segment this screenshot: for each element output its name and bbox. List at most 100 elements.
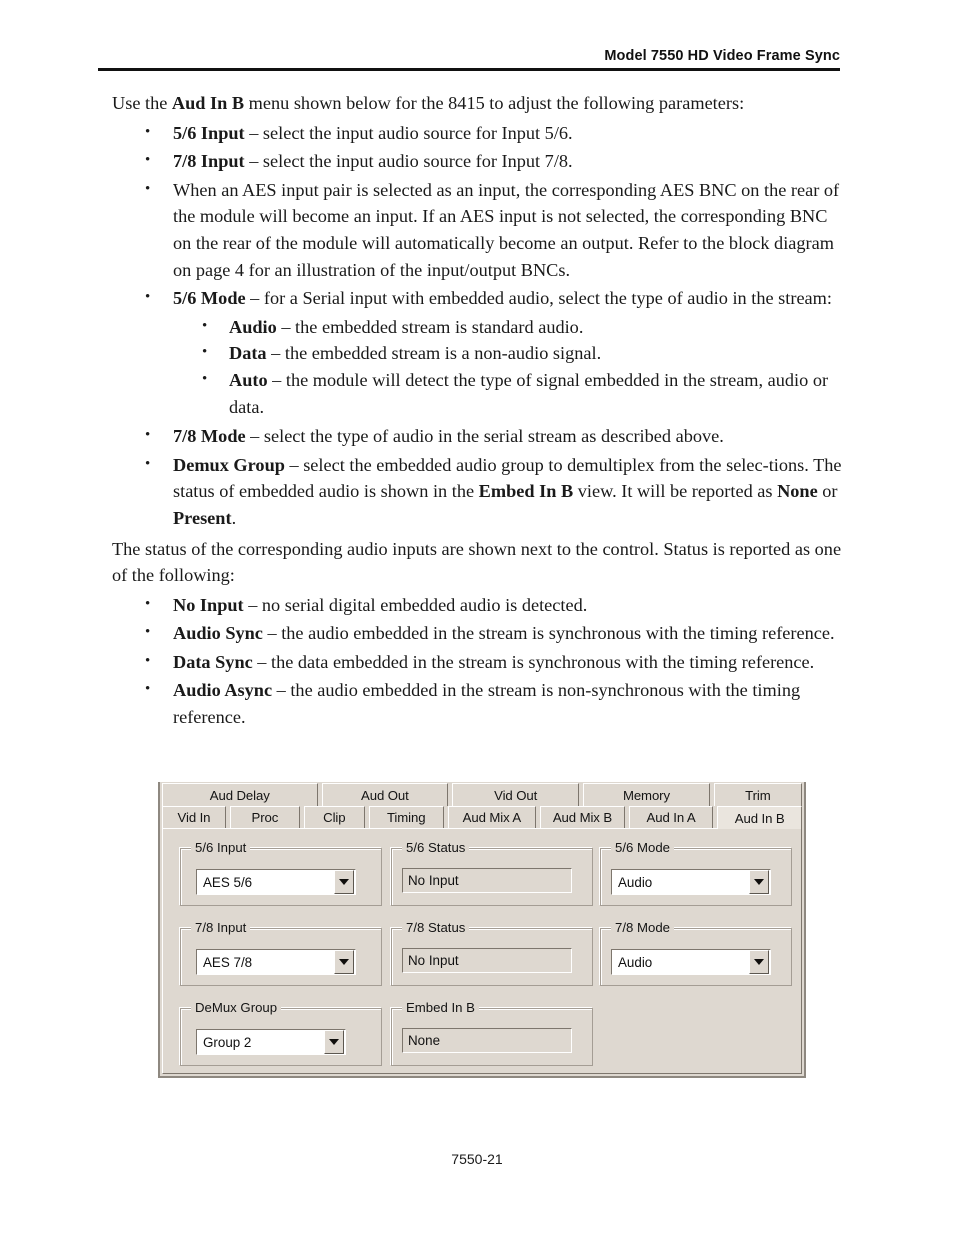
tab-aud-in-a[interactable]: Aud In A	[628, 806, 714, 829]
tab-label: Timing	[386, 810, 426, 825]
status-text: – the audio embedded in the stream is sy…	[262, 623, 835, 644]
combobox-dropdown-button[interactable]	[334, 950, 354, 974]
dialog-right-border	[804, 782, 806, 1078]
tab-proc[interactable]: Proc	[229, 806, 300, 829]
chevron-down-icon	[329, 1039, 339, 1045]
tab-label: Aud In B	[734, 810, 785, 826]
tab-vid-out[interactable]: Vid Out	[452, 783, 580, 806]
dialog-bottom-border	[158, 1076, 806, 1078]
combobox-dropdown-button[interactable]	[749, 950, 769, 974]
tab-label: Vid Out	[494, 787, 538, 803]
sub-bullet-text: – the embedded stream is standard audio.	[276, 316, 584, 337]
tab-vid-in[interactable]: Vid In	[162, 806, 226, 829]
group-5-6-status: 5/6 Status No Input	[391, 841, 593, 906]
group-5-6-mode: 5/6 Mode Audio	[600, 841, 792, 906]
tab-aud-in-b[interactable]: Aud In B	[717, 806, 802, 829]
tab-memory[interactable]: Memory	[583, 783, 710, 806]
tab-row-upper: Aud Delay Aud Out Vid Out Memory Trim	[162, 783, 802, 806]
tab-aud-mix-a[interactable]: Aud Mix A	[447, 806, 537, 829]
combobox-5-6-mode[interactable]: Audio	[611, 869, 771, 895]
combobox-dropdown-button[interactable]	[749, 870, 769, 894]
group-label: 7/8 Mode	[611, 921, 674, 935]
combobox-value: Audio	[618, 874, 653, 890]
bullet-term: 5/6 Input	[173, 122, 245, 143]
dialog-left-border	[158, 782, 160, 1078]
intro-paragraph: Use the Aud In B menu shown below for th…	[112, 90, 842, 117]
list-item: Audio Async – the audio embedded in the …	[112, 676, 842, 730]
tab-label: Memory	[622, 787, 670, 803]
combobox-7-8-input[interactable]: AES 7/8	[196, 949, 356, 975]
tab-label: Trim	[745, 787, 771, 803]
tab-label: Clip	[323, 810, 346, 825]
tab-row-lower: Vid In Proc Clip Timing Aud Mix A Aud Mi…	[162, 806, 802, 829]
status-field-5-6: No Input	[402, 868, 572, 893]
embed-value: None	[408, 1033, 441, 1048]
chevron-down-icon	[754, 959, 764, 965]
list-item: 5/6 Input – select the input audio sourc…	[112, 119, 842, 147]
combobox-demux-group[interactable]: Group 2	[196, 1029, 346, 1055]
tab-label: Aud Mix A	[462, 810, 522, 825]
list-item-demux: Demux Group – select the embedded audio …	[112, 451, 842, 532]
status-bullet-list: No Input – no serial digital embedded au…	[112, 591, 842, 731]
tab-aud-mix-b[interactable]: Aud Mix B	[540, 806, 625, 829]
list-item: 5/6 Mode – for a Serial input with embed…	[112, 284, 842, 312]
chevron-down-icon	[339, 879, 349, 885]
tab-clip[interactable]: Clip	[303, 806, 365, 829]
tab-label: Aud Out	[361, 787, 409, 803]
status-field-7-8: No Input	[402, 948, 572, 973]
sub-bullet-text: – the module will detect the type of sig…	[229, 369, 829, 417]
demux-bold-embed: Embed In B	[478, 481, 574, 502]
aes-note-paragraph: When an AES input pair is selected as an…	[112, 176, 842, 283]
group-embed-in-b: Embed In B None	[391, 1001, 593, 1066]
demux-bold-present: Present	[173, 507, 232, 528]
document-body: Use the Aud In B menu shown below for th…	[112, 90, 842, 733]
group-demux-group: DeMux Group Group 2	[180, 1001, 382, 1066]
group-5-6-input: 5/6 Input AES 5/6	[180, 841, 382, 906]
status-value: No Input	[408, 953, 459, 968]
page-footer: 7550-21	[0, 1151, 954, 1167]
group-label: Embed In B	[402, 1001, 479, 1015]
combobox-7-8-mode[interactable]: Audio	[611, 949, 771, 975]
aud-in-b-dialog: Aud Delay Aud Out Vid Out Memory Trim Vi…	[158, 782, 806, 1078]
group-label: 7/8 Input	[191, 921, 251, 935]
bullet-term: 7/8 Mode	[173, 426, 246, 447]
group-7-8-status: 7/8 Status No Input	[391, 921, 593, 986]
tab-aud-out[interactable]: Aud Out	[321, 783, 449, 806]
sub-bullet-text: – the embedded stream is a non-audio sig…	[266, 343, 602, 364]
intro-post: menu shown below for the 8415 to adjust …	[244, 93, 745, 113]
list-item: No Input – no serial digital embedded au…	[112, 591, 842, 619]
header-rule	[98, 68, 840, 71]
combobox-5-6-input[interactable]: AES 5/6	[196, 869, 356, 895]
status-intro-paragraph: The status of the corresponding audio in…	[112, 538, 842, 586]
group-label: 5/6 Status	[402, 841, 470, 855]
bullet-term: Demux Group	[173, 454, 285, 475]
tab-aud-delay[interactable]: Aud Delay	[162, 783, 318, 806]
combobox-value: AES 5/6	[203, 874, 253, 890]
status-term: Audio Sync	[173, 623, 263, 644]
intro-bold-term: Aud In B	[171, 93, 245, 113]
group-label: 5/6 Mode	[611, 841, 674, 855]
secondary-bullet-list: 7/8 Mode – select the type of audio in t…	[112, 422, 842, 532]
list-item: Audio – the embedded stream is standard …	[173, 313, 842, 341]
status-term: Data Sync	[173, 651, 253, 672]
status-term: Audio Async	[173, 680, 273, 701]
page-title: Model 7550 HD Video Frame Sync	[604, 48, 840, 64]
group-label: DeMux Group	[191, 1001, 282, 1015]
tab-label: Aud Mix B	[552, 810, 613, 825]
combobox-dropdown-button[interactable]	[324, 1030, 344, 1054]
intro-pre: Use the	[112, 93, 172, 113]
tab-label: Aud In A	[646, 810, 696, 825]
status-text: – no serial digital embedded audio is de…	[243, 594, 588, 615]
tab-trim[interactable]: Trim	[713, 783, 802, 806]
bullet-text: – select the type of audio in the serial…	[245, 426, 724, 447]
combobox-dropdown-button[interactable]	[334, 870, 354, 894]
combobox-value: Audio	[618, 954, 653, 970]
combobox-value: AES 7/8	[203, 954, 253, 970]
demux-part3: or	[817, 481, 838, 502]
tab-timing[interactable]: Timing	[368, 806, 444, 829]
chevron-down-icon	[339, 959, 349, 965]
group-7-8-mode: 7/8 Mode Audio	[600, 921, 792, 986]
mode-sub-list-wrapper: Audio – the embedded stream is standard …	[112, 313, 842, 420]
list-item: Data – the embedded stream is a non-audi…	[173, 339, 842, 367]
bullet-text: – select the input audio source for Inpu…	[244, 122, 573, 143]
